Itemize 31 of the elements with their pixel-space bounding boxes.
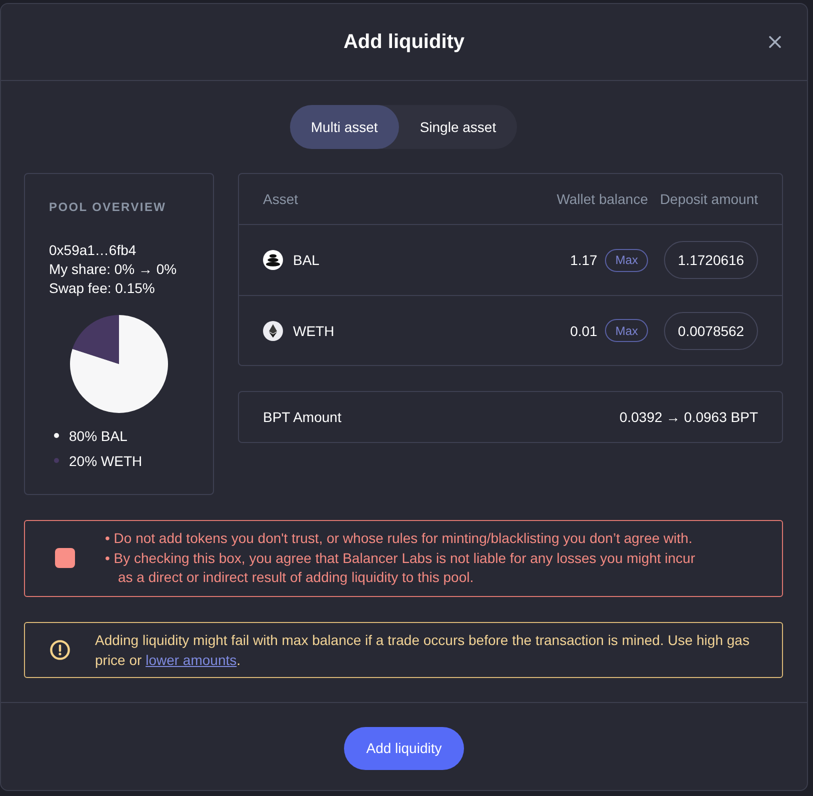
column-header: Deposit amount xyxy=(658,191,758,207)
tab[interactable]: Multi asset xyxy=(290,105,399,149)
wallet-balance: 0.01 xyxy=(570,322,598,338)
wallet-balance: 1.17 xyxy=(570,252,598,268)
stacked-discs-icon xyxy=(263,250,283,270)
token-symbol: WETH xyxy=(293,322,334,338)
max-button[interactable]: Max xyxy=(605,248,648,272)
section-heading: POOL OVERVIEW xyxy=(49,199,168,215)
deposit-field[interactable]: 0.0078562 xyxy=(664,312,758,350)
checkbox[interactable] xyxy=(55,548,75,568)
legend-label: 80% BAL xyxy=(69,428,128,444)
column-header: Asset xyxy=(263,191,300,207)
legend-label: 20% WETH xyxy=(69,452,142,468)
token-symbol: BAL xyxy=(293,252,320,268)
close-icon[interactable] xyxy=(769,36,781,48)
swap-fee-text: Swap fee: 0.15% xyxy=(49,279,156,298)
modal-title: Add liquidity xyxy=(343,30,465,54)
max-button[interactable]: Max xyxy=(605,319,648,342)
notice-item: • Do not add tokens you don't trust, or whose rules for minting/blacklisting you don’t agree with. xyxy=(105,529,694,548)
text-link[interactable]: lower amounts xyxy=(146,652,237,668)
add-liquidity-button[interactable]: Add liquidity xyxy=(344,726,464,770)
bpt-value: 0.0392 → 0.0963 BPT xyxy=(619,409,758,425)
alert-icon xyxy=(50,640,70,660)
pool-address: 0x59a1…6fb4 xyxy=(49,241,138,260)
notice-item: • By checking this box, you agree that Balancer Labs is not liable for any losses you might incur as a direct or indirect result of adding liquidity to this pool. xyxy=(105,548,696,587)
share-text: My share: 0% → 0% xyxy=(49,260,178,279)
column-header: Wallet balance xyxy=(556,191,648,207)
bpt-label: BPT Amount xyxy=(263,409,342,425)
tab[interactable]: Single asset xyxy=(398,105,518,149)
deposit-field[interactable]: 1.1720616 xyxy=(664,241,758,279)
warning-text: Adding liquidity might fail with max balance if a trade occurs before the transaction is mined. Use high gas price or lower amounts. xyxy=(95,630,750,670)
